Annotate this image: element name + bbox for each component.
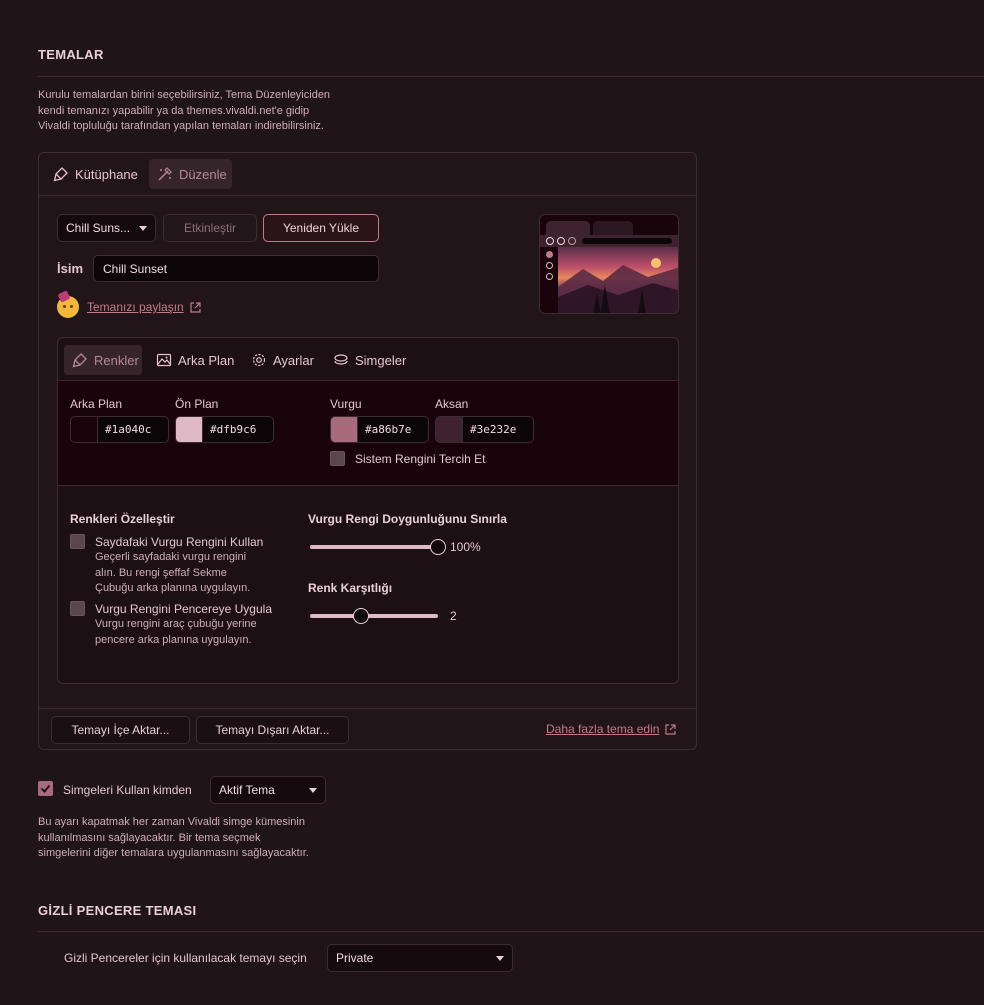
icon-source-select[interactable]: Aktif Tema	[210, 776, 326, 804]
icons-description: Bu ayarı kapatmak her zaman Vivaldi simg…	[38, 816, 309, 859]
chevron-down-icon	[139, 225, 147, 231]
accent-color-field[interactable]: #3e232e	[435, 416, 534, 443]
tab-settings[interactable]: Ayarlar	[243, 345, 322, 375]
bg-color-chip[interactable]	[71, 417, 98, 442]
themes-description: Kurulu temalardan birini seçebilirsiniz,…	[38, 89, 331, 132]
accent-to-window-label: Vurgu Rengini Pencereye Uygula	[95, 602, 272, 616]
accent-color-label: Aksan	[435, 397, 469, 411]
chevron-down-icon	[309, 787, 317, 793]
gear-icon	[251, 352, 267, 368]
private-section-title: GİZLİ PENCERE TEMASI	[38, 903, 197, 918]
checkmark-icon	[40, 784, 51, 793]
tab-library[interactable]: Kütüphane	[45, 159, 146, 189]
use-page-accent-label: Saydafaki Vurgu Rengini Kullan	[95, 535, 264, 549]
saturation-value: 100%	[450, 540, 481, 554]
tab-icons[interactable]: Simgeler	[325, 345, 414, 375]
customize-colors-title: Renkleri Özelleştir	[70, 512, 175, 526]
prefer-system-color-label: Sistem Rengini Tercih Et	[355, 452, 486, 466]
contrast-slider-track[interactable]	[310, 614, 438, 618]
fg-color-field[interactable]: #dfb9c6	[175, 416, 274, 443]
tab-colors[interactable]: Renkler	[64, 345, 142, 375]
bg-color-field[interactable]: #1a040c	[70, 416, 169, 443]
accent-color-chip[interactable]	[436, 417, 463, 442]
themes-section-title: TEMALAR	[38, 47, 104, 62]
contrast-title: Renk Karşıtlığı	[308, 581, 393, 595]
saturation-slider-thumb[interactable]	[430, 539, 446, 555]
section-divider	[38, 931, 984, 932]
activate-button[interactable]: Etkinleştir	[163, 214, 257, 242]
import-theme-button[interactable]: Temayı İçe Aktar...	[51, 716, 190, 744]
fg-color-chip[interactable]	[176, 417, 203, 442]
name-label: İsim	[57, 261, 84, 276]
highlight-color-label: Vurgu	[330, 397, 362, 411]
share-theme-link[interactable]: Temanızı paylaşın	[87, 300, 201, 314]
tab-background[interactable]: Arka Plan	[148, 345, 242, 375]
section-divider	[38, 76, 984, 77]
highlight-color-chip[interactable]	[331, 417, 358, 442]
theme-preview	[539, 214, 679, 314]
reload-button[interactable]: Yeniden Yükle	[263, 214, 379, 242]
brush-icon	[53, 166, 69, 182]
export-theme-button[interactable]: Temayı Dışarı Aktar...	[196, 716, 349, 744]
accent-to-window-description: Vurgu rengini araç çubuğu yerine pencere…	[95, 618, 257, 646]
image-icon	[156, 352, 172, 368]
accent-to-window-checkbox[interactable]	[70, 601, 85, 616]
saturation-title: Vurgu Rengi Doygunluğunu Sınırla	[308, 512, 507, 526]
use-page-accent-description: Geçerli sayfadaki vurgu rengini alın. Bu…	[95, 551, 251, 594]
highlight-color-field[interactable]: #a86b7e	[330, 416, 429, 443]
sunset-landscape-image	[558, 247, 678, 313]
tab-edit[interactable]: Düzenle	[149, 159, 232, 189]
use-icons-from-label: Simgeleri Kullan kimden	[63, 783, 192, 797]
brush-icon	[72, 352, 88, 368]
theme-name-input[interactable]: Chill Sunset	[93, 255, 379, 282]
chevron-down-icon	[496, 955, 504, 961]
contrast-value: 2	[450, 609, 457, 623]
theme-select[interactable]: Chill Suns...	[57, 214, 156, 242]
bg-color-label: Arka Plan	[70, 397, 123, 411]
fg-color-label: Ön Plan	[175, 397, 219, 411]
use-icons-from-checkbox[interactable]	[38, 781, 53, 796]
use-page-accent-checkbox[interactable]	[70, 534, 85, 549]
external-link-icon	[190, 301, 201, 313]
party-emoji-icon	[57, 290, 79, 318]
saturation-slider-track[interactable]	[310, 545, 438, 549]
private-theme-select[interactable]: Private	[327, 944, 513, 972]
prefer-system-color-checkbox[interactable]	[330, 451, 345, 466]
get-more-themes-link[interactable]: Daha fazla tema edin	[546, 722, 677, 736]
magic-wand-icon	[157, 166, 173, 182]
layers-icon	[333, 352, 349, 368]
external-link-icon	[665, 723, 677, 735]
private-theme-label: Gizli Pencereler için kullanılacak temay…	[64, 951, 307, 965]
